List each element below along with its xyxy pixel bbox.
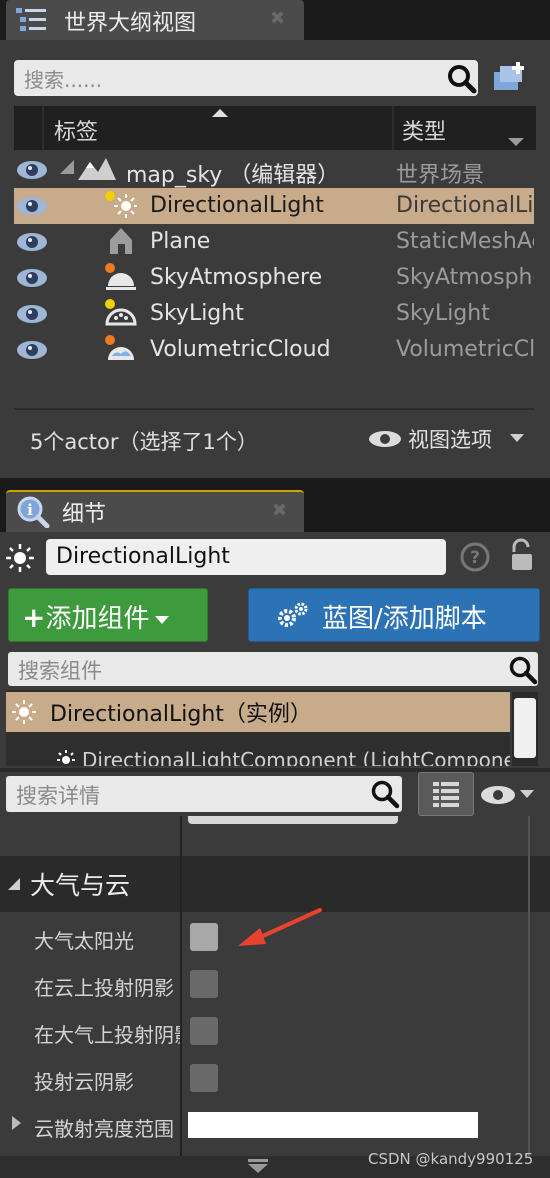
property-label: 投射云阴影 bbox=[34, 1070, 134, 1094]
visibility-eye-icon[interactable] bbox=[16, 340, 48, 360]
collapse-arrow-icon[interactable] bbox=[8, 878, 20, 890]
outliner-row-type: StaticMeshActor bbox=[396, 229, 534, 254]
outliner-row-type: VolumetricCloud bbox=[396, 337, 534, 362]
search-icon[interactable] bbox=[446, 63, 478, 95]
component-root-label: DirectionalLight（实例） bbox=[50, 702, 312, 727]
visibility-eye-icon[interactable] bbox=[16, 304, 48, 324]
view-options-label: 视图选项 bbox=[408, 428, 492, 452]
help-icon[interactable]: ? bbox=[460, 542, 490, 572]
category-title: 大气与云 bbox=[30, 871, 131, 900]
outliner-search-placeholder: 搜索...... bbox=[24, 68, 103, 92]
cast-cloud-shadows-checkbox[interactable] bbox=[190, 1064, 218, 1092]
sky-light-icon bbox=[105, 299, 137, 326]
directional-light-icon bbox=[6, 544, 34, 572]
sort-ascending-icon bbox=[212, 109, 228, 117]
cast-shadows-on-clouds-checkbox[interactable] bbox=[190, 970, 218, 998]
chevron-down-icon bbox=[155, 615, 170, 624]
visibility-eye-icon[interactable] bbox=[16, 268, 48, 288]
outliner-row-label: Plane bbox=[150, 229, 211, 254]
directional-light-icon bbox=[12, 700, 36, 724]
add-component-label: +添加组件 bbox=[22, 598, 170, 635]
cloud-scattered-luminance-field[interactable] bbox=[188, 1112, 478, 1138]
outliner-row-type: SkyAtmosphere bbox=[396, 265, 534, 290]
directional-light-icon bbox=[105, 191, 137, 218]
outliner-row-label: SkyLight bbox=[150, 301, 244, 326]
header-divider[interactable] bbox=[392, 106, 394, 150]
view-options-button[interactable]: 视图选项 bbox=[368, 424, 528, 454]
outliner-row-label: SkyAtmosphere bbox=[150, 265, 323, 290]
add-component-text: 添加组件 bbox=[45, 604, 150, 634]
chevron-down-icon[interactable] bbox=[246, 1158, 270, 1174]
column-type-header[interactable]: 类型 bbox=[402, 114, 446, 146]
component-child-label[interactable]: DirectionalLightComponent (LightComponen… bbox=[82, 748, 510, 766]
component-search-placeholder: 搜索组件 bbox=[18, 659, 102, 683]
plus-icon: + bbox=[22, 601, 46, 634]
blueprint-script-label: 蓝图/添加脚本 bbox=[322, 604, 487, 634]
details-tab[interactable] bbox=[6, 490, 304, 532]
expand-arrow-icon[interactable] bbox=[12, 1116, 21, 1130]
svg-text:?: ? bbox=[470, 548, 480, 568]
column-splitter[interactable] bbox=[180, 816, 182, 1162]
property-label: 云散射亮度范围 bbox=[34, 1117, 174, 1141]
search-icon[interactable] bbox=[508, 655, 538, 685]
info-magnifier-icon: i bbox=[17, 496, 50, 528]
right-divider bbox=[528, 816, 530, 1162]
lock-icon[interactable] bbox=[508, 538, 536, 572]
volumetric-cloud-icon bbox=[105, 335, 134, 360]
actor-name-value: DirectionalLight bbox=[56, 544, 230, 569]
eye-icon bbox=[369, 431, 401, 447]
property-label: 在云上投射阴影 bbox=[34, 976, 174, 1000]
close-icon[interactable]: ✖ bbox=[270, 8, 285, 29]
property-matrix-button[interactable] bbox=[418, 772, 474, 816]
column-dropdown-icon[interactable] bbox=[508, 138, 524, 146]
static-mesh-icon bbox=[110, 228, 132, 254]
close-icon[interactable]: ✖ bbox=[272, 500, 287, 521]
gears-icon bbox=[278, 602, 308, 627]
header-divider bbox=[42, 106, 44, 150]
outliner-footer-divider bbox=[14, 408, 534, 410]
visibility-filter-button[interactable] bbox=[480, 782, 538, 808]
outliner-row-label: map_sky （编辑器） bbox=[126, 163, 340, 188]
property-label: 大气太阳光 bbox=[34, 929, 134, 953]
outliner-row-label: VolumetricCloud bbox=[150, 337, 331, 362]
eye-icon bbox=[481, 786, 515, 804]
svg-text:i: i bbox=[27, 501, 33, 519]
chevron-down-icon bbox=[510, 434, 524, 442]
world-icon bbox=[78, 158, 116, 180]
add-filter-icon[interactable] bbox=[492, 60, 528, 94]
light-component-icon bbox=[57, 750, 75, 764]
visibility-eye-icon[interactable] bbox=[16, 160, 48, 180]
visibility-eye-icon[interactable] bbox=[16, 232, 48, 252]
outliner-row-type: SkyLight bbox=[396, 301, 490, 326]
outliner-row-label: DirectionalLight bbox=[150, 193, 324, 218]
annotation-arrow-icon bbox=[238, 908, 322, 946]
outliner-tab-title: 世界大纲视图 bbox=[64, 11, 197, 36]
collapse-arrow-icon[interactable] bbox=[60, 160, 74, 174]
column-label-header[interactable]: 标签 bbox=[54, 114, 98, 146]
watermark: CSDN @kandy990125 bbox=[368, 1150, 534, 1168]
details-search-placeholder: 搜索详情 bbox=[16, 784, 100, 808]
cast-shadows-on-atmosphere-checkbox[interactable] bbox=[190, 1017, 218, 1045]
component-scrollbar-thumb[interactable] bbox=[514, 698, 536, 758]
visibility-eye-icon[interactable] bbox=[16, 196, 48, 216]
actor-count: 5个actor（选择了1个） bbox=[30, 430, 258, 454]
outliner-row-type: 世界场景 bbox=[396, 163, 485, 188]
sky-atmosphere-icon bbox=[105, 263, 136, 290]
search-icon[interactable] bbox=[370, 779, 400, 809]
details-tab-title: 细节 bbox=[62, 502, 107, 527]
outliner-list-icon bbox=[16, 8, 46, 31]
property-label: 在大气上投射阴影 bbox=[34, 1023, 180, 1047]
atmosphere-sun-light-checkbox[interactable] bbox=[190, 923, 218, 951]
chevron-down-icon bbox=[520, 790, 534, 798]
outliner-row-type: DirectionalLight bbox=[396, 193, 534, 218]
property-value-field[interactable] bbox=[188, 816, 398, 824]
grid-icon bbox=[433, 782, 459, 807]
